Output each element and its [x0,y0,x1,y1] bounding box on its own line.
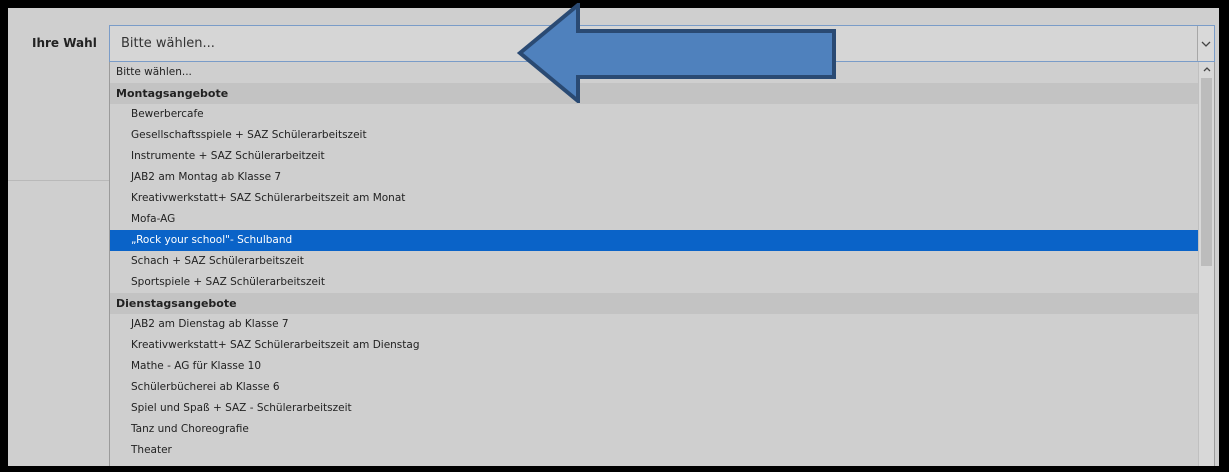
list-item[interactable]: JAB2 am Montag ab Klasse 7 [110,167,1200,188]
chevron-down-icon[interactable] [1197,26,1214,61]
scrollbar-thumb[interactable] [1201,78,1212,266]
list-item[interactable]: Instrumente + SAZ Schülerarbeitzeit [110,146,1200,167]
group-dienstag: Dienstagsangebote [110,293,1200,314]
list-item-selected[interactable]: „Rock your school"- Schulband [110,230,1200,251]
list-item[interactable]: Kreativwerkstatt+ SAZ Schülerarbeitszeit… [110,335,1200,356]
list-item[interactable]: Tanz und Choreografie [110,419,1200,440]
list-item[interactable]: Bewerbercafe [110,104,1200,125]
dropdown-list[interactable]: Bitte wählen... Montagsangebote Bewerber… [109,62,1215,466]
list-item[interactable]: Theater [110,440,1200,461]
list-item[interactable]: JAB2 am Dienstag ab Klasse 7 [110,314,1200,335]
chevron-up-icon[interactable] [1199,62,1214,76]
list-item[interactable]: Spiel und Spaß + SAZ - Schülerarbeitszei… [110,398,1200,419]
left-arrow-icon [516,3,836,103]
list-item[interactable]: Kreativwerkstatt+ SAZ Schülerarbeitszeit… [110,188,1200,209]
field-label: Ihre Wahl [32,36,97,50]
select-value: Bitte wählen... [121,36,215,51]
scrollbar[interactable] [1198,62,1214,466]
list-item[interactable]: Gesellschaftsspiele + SAZ Schülerarbeits… [110,125,1200,146]
list-item[interactable]: Schach + SAZ Schülerarbeitszeit [110,251,1200,272]
list-item[interactable]: Sportspiele + SAZ Schülerarbeitszeit [110,272,1200,293]
list-item[interactable]: Mofa-AG [110,209,1200,230]
list-item[interactable]: Schülerbücherei ab Klasse 6 [110,377,1200,398]
list-item[interactable]: Mathe - AG für Klasse 10 [110,356,1200,377]
divider [8,180,112,181]
